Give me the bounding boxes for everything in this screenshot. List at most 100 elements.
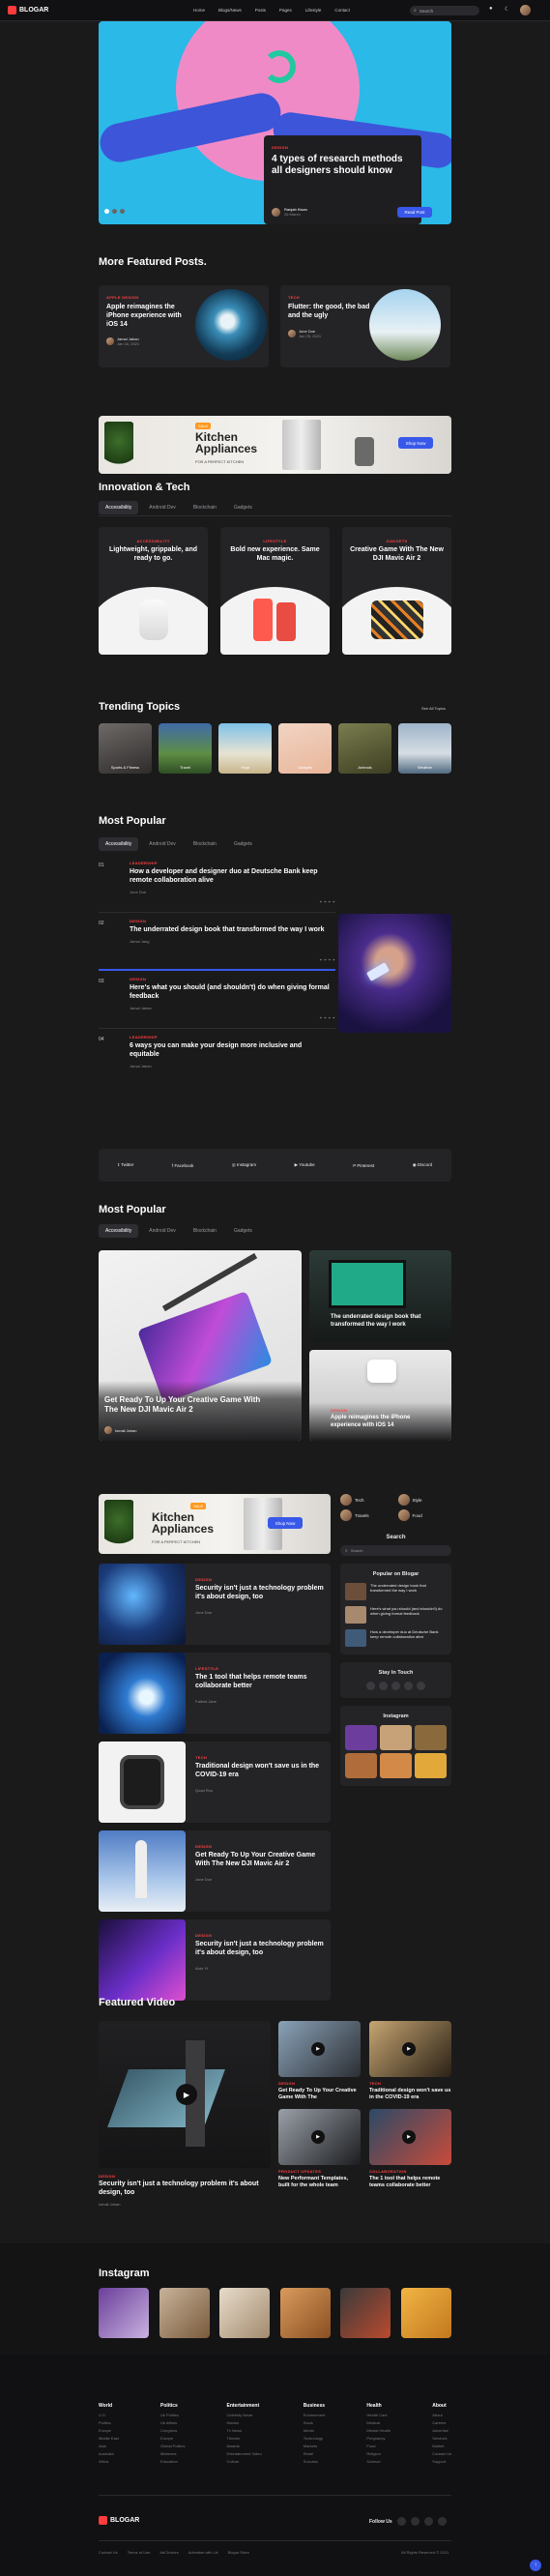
social-facebook[interactable]: f Facebook: [172, 1163, 193, 1168]
twitter-icon[interactable]: [379, 1682, 388, 1690]
topic-animals[interactable]: Animals: [338, 723, 391, 774]
insta-thumb[interactable]: [219, 2288, 271, 2338]
ad-banner-2[interactable]: SALE Kitchen Appliances FOR A PERFECT KI…: [99, 1494, 331, 1554]
linkedin-icon[interactable]: [404, 1682, 413, 1690]
share-icons[interactable]: ⚭ ⚭ ⚭ ⚭: [319, 899, 335, 904]
popular-widget-item[interactable]: Here's what you should (and shouldn't) d…: [345, 1606, 447, 1624]
video-thumbnail[interactable]: ▶: [369, 2108, 451, 2165]
video-main[interactable]: ▶ DESIGN Security isn't just a technolog…: [99, 2021, 271, 2207]
play-icon[interactable]: ▶: [311, 2042, 325, 2056]
item-author[interactable]: Jamal Jahan: [130, 1064, 333, 1068]
featured-post-1[interactable]: APPLE DESIGN Apple reimagines the iPhone…: [99, 285, 269, 367]
post-category[interactable]: DESIGN: [331, 1408, 347, 1413]
list-post[interactable]: DESIGN Security isn't just a technology …: [99, 1564, 331, 1645]
post-author[interactable]: Ismail Jahan: [99, 2202, 271, 2207]
insta-thumb[interactable]: [400, 2288, 451, 2338]
post-title[interactable]: Security isn't just a technology problem…: [195, 1941, 326, 1958]
social-instagram[interactable]: ◎ Instagram: [232, 1162, 256, 1168]
nav-lifestyle[interactable]: Lifestyle: [305, 8, 322, 13]
category-style[interactable]: Style: [397, 1494, 452, 1506]
post-title[interactable]: Flutter: the good, the bad and the ugly: [288, 304, 370, 321]
item-title[interactable]: Here's what you should (and shouldn't) d…: [130, 984, 333, 1002]
social-pinterest[interactable]: P Pinterest: [353, 1163, 374, 1168]
insta-thumb[interactable]: [345, 1753, 377, 1778]
video-thumbnail[interactable]: ▶: [278, 2021, 361, 2077]
video-item[interactable]: ▶ PRODUCT UPDATES New Performant Templat…: [278, 2108, 361, 2189]
tab-blockchain[interactable]: Blockchain: [187, 1224, 223, 1238]
category-food[interactable]: Food: [397, 1509, 452, 1521]
notification-icon[interactable]: ●: [489, 6, 493, 12]
post-title[interactable]: Apple reimagines the iPhone experience w…: [106, 304, 188, 329]
tab-android[interactable]: Android Dev: [142, 501, 183, 514]
popular2-side-1[interactable]: The underrated design book that transfor…: [309, 1250, 451, 1342]
post-author[interactable]: Auto Yt: [195, 1966, 326, 1971]
post-title[interactable]: Get Ready To Up Your Creative Game With …: [195, 1852, 326, 1869]
nav-pages[interactable]: Pages: [279, 8, 292, 13]
insta-thumb[interactable]: [415, 1753, 447, 1778]
post-title[interactable]: Get Ready To Up Your Creative Game With …: [104, 1395, 269, 1415]
post-thumbnail[interactable]: [99, 1919, 186, 2001]
insta-thumb[interactable]: [380, 1725, 412, 1750]
hero-card[interactable]: DESIGN 4 types of research methods all d…: [264, 135, 432, 224]
social-discord[interactable]: ◉ Discord: [413, 1162, 432, 1168]
play-icon[interactable]: ▶: [402, 2129, 416, 2144]
card-title[interactable]: Lightweight, grippable, and ready to go.: [99, 543, 208, 567]
list-post[interactable]: DESIGN Security isn't just a technology …: [99, 1919, 331, 2001]
item-title[interactable]: 6 ways you can make your design more inc…: [130, 1042, 333, 1060]
tab-blockchain[interactable]: Blockchain: [187, 501, 223, 514]
post-title[interactable]: Security isn't just a technology problem…: [195, 1585, 326, 1602]
video-thumbnail[interactable]: ▶: [369, 2021, 451, 2077]
nav-posts[interactable]: Posts: [255, 8, 266, 13]
topic-gadgets[interactable]: Gadgets: [278, 723, 332, 774]
post-author[interactable]: Quad Roo: [195, 1788, 326, 1793]
facebook-icon[interactable]: [396, 2517, 406, 2526]
header-search[interactable]: ⌕ Search: [410, 6, 479, 15]
item-title[interactable]: How a developer and designer duo at Deut…: [130, 868, 333, 886]
video-item[interactable]: ▶ DESIGN Get Ready To Up Your Creative G…: [278, 2021, 361, 2101]
innovation-card-3[interactable]: GADGETS Creative Game With The New DJI M…: [342, 527, 451, 655]
instagram-icon[interactable]: [391, 1682, 400, 1690]
insta-thumb[interactable]: [99, 2288, 149, 2338]
instagram-icon[interactable]: [437, 2517, 447, 2526]
post-thumbnail[interactable]: [99, 1564, 186, 1645]
post-title[interactable]: Security isn't just a technology problem…: [99, 2181, 271, 2198]
hero-title[interactable]: 4 types of research methods all designer…: [272, 154, 414, 177]
post-author[interactable]: Jone Doe: [195, 1877, 326, 1882]
post-thumbnail[interactable]: [99, 1653, 186, 1734]
post-title[interactable]: Traditional design won't save us in the …: [195, 1763, 326, 1780]
post-title[interactable]: The 1 tool that helps remote teams colla…: [195, 1674, 326, 1691]
innovation-card-1[interactable]: ACCESSIBILITY Lightweight, grippable, an…: [99, 527, 208, 655]
play-icon[interactable]: ▶: [311, 2129, 325, 2144]
video-thumbnail[interactable]: ▶: [99, 2021, 271, 2168]
category-travels[interactable]: Travels: [340, 1509, 394, 1521]
tab-accessibility[interactable]: Accessibility: [99, 837, 139, 851]
innovation-card-2[interactable]: LIFESTYLE Bold new experience. Same Mac …: [220, 527, 330, 655]
featured-post-2[interactable]: TECH Flutter: the good, the bad and the …: [280, 285, 450, 367]
dot[interactable]: [104, 209, 109, 214]
ad-banner[interactable]: SALE Kitchen Appliances FOR A PERFECT KI…: [99, 416, 451, 474]
sidebar-search-input[interactable]: ⌕ Search: [340, 1545, 451, 1556]
share-icons[interactable]: ⚭ ⚭ ⚭ ⚭: [319, 1015, 335, 1020]
post-author[interactable]: Ismail Jahan: [115, 1428, 136, 1433]
popular-widget-item[interactable]: The underrated design book that transfor…: [345, 1583, 447, 1600]
youtube-icon[interactable]: [417, 1682, 425, 1690]
topic-weather[interactable]: Weather: [398, 723, 451, 774]
item-author[interactable]: Jamal Jahan: [130, 1006, 333, 1010]
shop-now-button[interactable]: Shop Now: [398, 437, 433, 449]
logo[interactable]: BLOGAR: [8, 6, 48, 15]
post-author[interactable]: Jone Doe: [195, 1610, 326, 1615]
tab-accessibility[interactable]: Accessibility: [99, 501, 139, 514]
social-youtube[interactable]: ▶ Youtube: [295, 1162, 315, 1168]
topic-yoga[interactable]: Yoga: [218, 723, 272, 774]
dot[interactable]: [120, 209, 125, 214]
tab-gadgets[interactable]: Gadgets: [227, 501, 259, 514]
popular-widget-item[interactable]: How a developer duo at Deutsche Bank kee…: [345, 1629, 447, 1647]
insta-thumb[interactable]: [415, 1725, 447, 1750]
user-avatar[interactable]: [520, 5, 531, 15]
twitter-icon[interactable]: [410, 2517, 420, 2526]
post-category[interactable]: DESIGN: [99, 2174, 271, 2179]
play-icon[interactable]: ▶: [402, 2042, 416, 2056]
video-item[interactable]: ▶ COLLABORATION The 1 tool that helps re…: [369, 2108, 451, 2189]
moon-icon[interactable]: ☾: [505, 6, 509, 13]
item-author[interactable]: Jamal Jang: [130, 939, 333, 944]
